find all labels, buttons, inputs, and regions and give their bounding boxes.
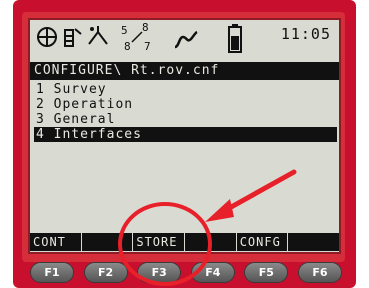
softkey-store[interactable]: STORE xyxy=(133,233,186,251)
antenna-icon xyxy=(86,24,110,52)
softkey-4[interactable] xyxy=(185,233,237,251)
signal-icon xyxy=(173,29,199,55)
breadcrumb: CONFIGURE\ Rt.rov.cnf xyxy=(30,62,339,80)
menu-item-operation[interactable]: 2 Operation xyxy=(34,97,337,112)
satellite-count-bottom-right: 7 xyxy=(144,40,151,53)
satellite-count-icon xyxy=(130,30,144,48)
softkey-cont[interactable]: CONT xyxy=(30,233,82,251)
f5-key[interactable]: F5 xyxy=(244,262,289,283)
f1-key[interactable]: F1 xyxy=(30,262,74,283)
f4-key[interactable]: F4 xyxy=(190,262,235,283)
lcd-screen: 5 8 8 7 11:05 CONFIGURE\ Rt.rov.cnf 1 Su… xyxy=(28,18,341,254)
battery-icon xyxy=(228,24,242,58)
prism-icon xyxy=(63,26,83,52)
status-time: 11:05 xyxy=(280,25,331,43)
target-icon xyxy=(36,26,58,52)
f6-key[interactable]: F6 xyxy=(297,262,342,283)
f2-key[interactable]: F2 xyxy=(83,262,128,283)
satellite-count-top-left: 5 xyxy=(121,24,128,37)
config-menu: 1 Survey 2 Operation 3 General 4 Interfa… xyxy=(34,82,337,142)
menu-item-interfaces[interactable]: 4 Interfaces xyxy=(34,127,337,142)
function-key-row: F1 F2 F3 F4 F5 F6 xyxy=(30,262,342,284)
softkey-2[interactable] xyxy=(82,233,134,251)
menu-item-general[interactable]: 3 General xyxy=(34,112,337,127)
f3-key[interactable]: F3 xyxy=(137,262,182,283)
status-bar: 5 8 8 7 11:05 xyxy=(30,20,339,62)
softkey-confg[interactable]: CONFG xyxy=(237,233,289,251)
softkey-bar: CONT STORE CONFG xyxy=(30,233,339,251)
softkey-6[interactable] xyxy=(288,233,339,251)
menu-item-survey[interactable]: 1 Survey xyxy=(34,82,337,97)
